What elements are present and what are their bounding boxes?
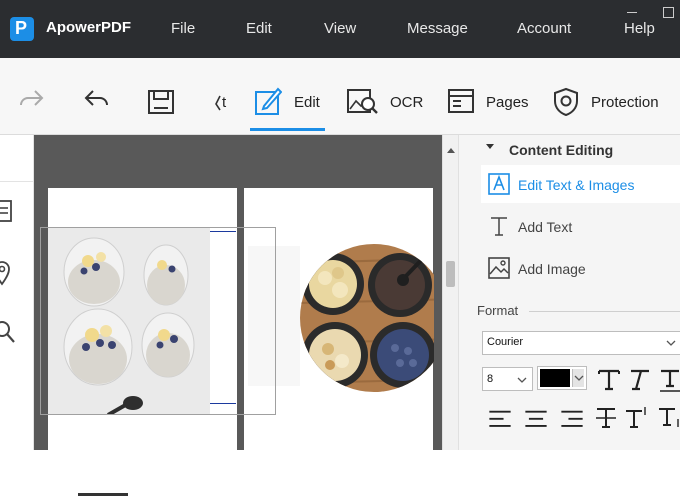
document-scrollbar[interactable] <box>442 135 458 450</box>
pages-icon[interactable] <box>447 88 475 114</box>
font-color-picker[interactable] <box>537 366 587 390</box>
document-viewer[interactable] <box>34 135 442 496</box>
undo-icon[interactable] <box>82 88 110 110</box>
active-tool-indicator <box>250 128 325 131</box>
app-logo-icon: P <box>10 17 34 41</box>
selection-handle-top[interactable] <box>210 231 236 232</box>
save-icon[interactable] <box>147 89 175 115</box>
chevron-down-icon <box>574 375 584 381</box>
sidebar-divider <box>0 181 34 182</box>
font-family-select[interactable]: Courier <box>482 331 680 355</box>
subscript-icon[interactable] <box>655 405 680 431</box>
comment-icon[interactable] <box>0 199 14 225</box>
add-text-label: Add Text <box>518 219 573 235</box>
minimize-icon[interactable] <box>627 12 637 13</box>
title-bar: P ApowerPDF File Edit View Message Accou… <box>0 0 680 58</box>
location-pin-icon[interactable] <box>0 260 14 286</box>
underline-text-style-icon[interactable] <box>655 367 680 393</box>
image-icon <box>488 257 510 279</box>
chevron-down-icon <box>517 377 527 383</box>
align-right-icon[interactable] <box>557 407 587 433</box>
color-dropdown-arrow[interactable] <box>572 369 584 387</box>
regular-text-style-icon[interactable] <box>594 367 624 393</box>
page2-food-photo[interactable] <box>300 233 434 403</box>
strikethrough-icon[interactable] <box>591 405 621 431</box>
menu-edit[interactable]: Edit <box>246 20 272 37</box>
panel-section-title[interactable]: Content Editing <box>509 142 613 158</box>
partial-tool-label: t <box>222 94 227 111</box>
menu-account[interactable]: Account <box>517 20 571 37</box>
search-icon[interactable] <box>0 320 16 344</box>
tool-pages-label[interactable]: Pages <box>486 94 529 111</box>
scroll-up-arrow-icon[interactable] <box>447 148 455 153</box>
maximize-icon[interactable] <box>663 7 674 18</box>
ocr-icon[interactable] <box>346 87 380 117</box>
edit-text-image-icon <box>488 173 510 195</box>
tool-edit-label[interactable]: Edit <box>294 94 320 111</box>
app-title: ApowerPDF <box>46 19 132 36</box>
add-image-button[interactable]: Add Image <box>481 249 680 287</box>
redo-icon[interactable] <box>18 88 46 110</box>
align-center-icon[interactable] <box>521 407 551 433</box>
tool-ocr-label[interactable]: OCR <box>390 94 423 111</box>
font-color-swatch <box>540 369 570 387</box>
edit-text-images-button[interactable]: Edit Text & Images <box>481 165 680 203</box>
menu-help[interactable]: Help <box>624 20 655 37</box>
text-icon <box>491 217 507 236</box>
scroll-thumb[interactable] <box>446 261 455 287</box>
font-family-value: Courier <box>487 336 524 348</box>
toolbar: t Edit OCR Pages Protection <box>0 58 680 135</box>
edit-text-images-label: Edit Text & Images <box>518 177 635 193</box>
chevron-down-icon <box>666 340 676 346</box>
format-heading: Format <box>477 303 519 318</box>
selection-handle-bottom[interactable] <box>210 403 236 404</box>
superscript-icon[interactable] <box>623 405 653 431</box>
add-image-label: Add Image <box>518 261 586 277</box>
edit-pen-icon[interactable] <box>254 86 282 116</box>
content-editing-panel: Content Editing Edit Text & Images Add T… <box>458 135 680 450</box>
collapse-caret-icon[interactable] <box>486 144 494 149</box>
shield-icon[interactable] <box>552 87 580 117</box>
menu-file[interactable]: File <box>171 20 195 37</box>
left-sidebar <box>0 135 34 450</box>
font-size-select[interactable]: 8 <box>482 367 533 391</box>
align-left-icon[interactable] <box>485 407 515 433</box>
add-text-button[interactable]: Add Text <box>481 207 680 245</box>
font-size-value: 8 <box>487 373 494 385</box>
format-divider <box>529 311 680 312</box>
menu-message[interactable]: Message <box>407 20 468 37</box>
logo-letter: P <box>15 18 28 38</box>
italic-text-style-icon[interactable] <box>623 367 653 393</box>
image-selection-box[interactable] <box>40 227 276 415</box>
menu-view[interactable]: View <box>324 20 356 37</box>
tool-protection-label[interactable]: Protection <box>591 94 659 111</box>
